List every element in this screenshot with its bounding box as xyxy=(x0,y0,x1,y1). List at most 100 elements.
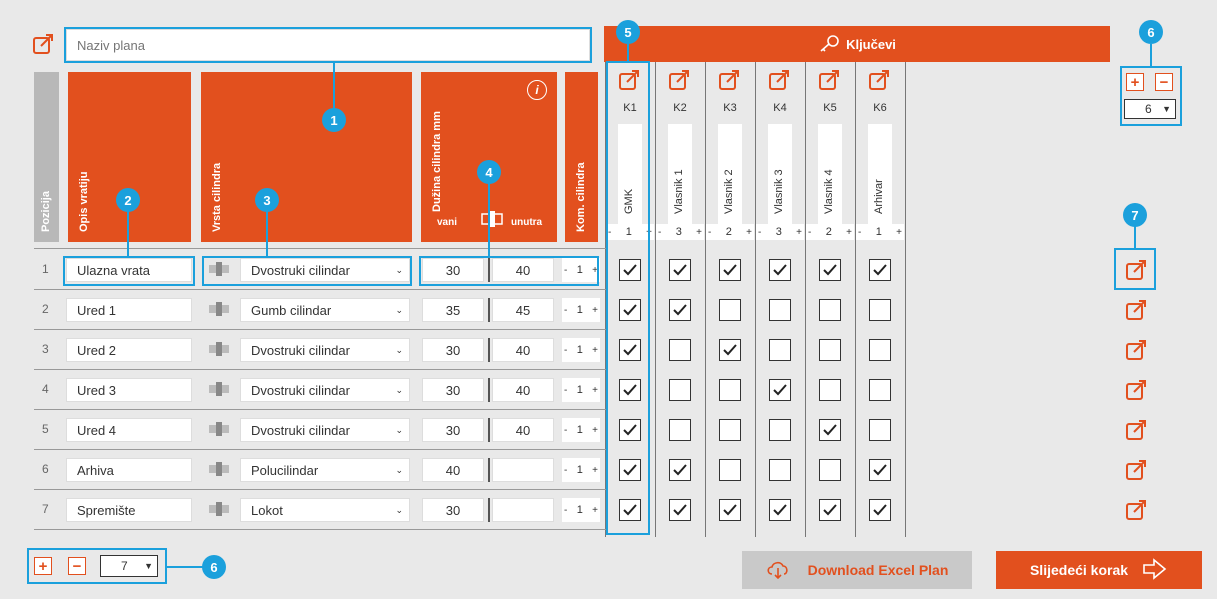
key-access-checkbox[interactable] xyxy=(669,459,691,481)
edit-key-icon[interactable] xyxy=(717,68,741,92)
key-name-field[interactable]: Vlasnik 3 xyxy=(768,124,792,224)
door-description-input[interactable]: Ured 3 xyxy=(66,378,192,402)
cylinder-count-minus[interactable]: - xyxy=(564,345,567,356)
key-access-checkbox[interactable] xyxy=(669,259,691,281)
key-access-checkbox[interactable] xyxy=(769,299,791,321)
cylinder-count-stepper[interactable]: -1 + xyxy=(562,378,600,402)
edit-key-icon[interactable] xyxy=(767,68,791,92)
key-access-checkbox[interactable] xyxy=(719,299,741,321)
key-count-plus[interactable]: + xyxy=(746,227,752,238)
cylinder-count-stepper[interactable]: -1 + xyxy=(562,498,600,522)
next-step-button[interactable]: Slijedeći korak xyxy=(996,551,1202,589)
length-outside-input[interactable]: 30 xyxy=(422,498,484,522)
cylinder-type-select[interactable]: Gumb cilindar ⌄ xyxy=(240,298,410,322)
length-inside-input[interactable]: 40 xyxy=(492,418,554,442)
key-count-minus[interactable]: - xyxy=(758,227,761,238)
edit-key-icon[interactable] xyxy=(667,68,691,92)
key-access-checkbox[interactable] xyxy=(869,339,891,361)
key-access-checkbox[interactable] xyxy=(719,459,741,481)
key-access-checkbox[interactable] xyxy=(869,259,891,281)
key-count-minus[interactable]: - xyxy=(858,227,861,238)
length-outside-input[interactable]: 35 xyxy=(422,298,484,322)
cylinder-count-minus[interactable]: - xyxy=(564,505,567,516)
key-access-checkbox[interactable] xyxy=(769,379,791,401)
key-access-checkbox[interactable] xyxy=(669,419,691,441)
cylinder-type-select[interactable]: Dvostruki cilindar ⌄ xyxy=(240,378,410,402)
key-name-field[interactable]: Vlasnik 1 xyxy=(668,124,692,224)
key-count-minus[interactable]: - xyxy=(658,227,661,238)
key-count-stepper[interactable]: - 3 + xyxy=(756,224,804,240)
cylinder-count-minus[interactable]: - xyxy=(564,385,567,396)
download-excel-button[interactable]: Download Excel Plan xyxy=(742,551,972,589)
key-access-checkbox[interactable] xyxy=(869,299,891,321)
key-access-checkbox[interactable] xyxy=(769,459,791,481)
edit-row-icon[interactable] xyxy=(1124,418,1148,442)
key-access-checkbox[interactable] xyxy=(769,339,791,361)
cylinder-count-plus[interactable]: + xyxy=(592,505,598,516)
cylinder-count-stepper[interactable]: -1 + xyxy=(562,338,600,362)
key-count-stepper[interactable]: - 3 + xyxy=(656,224,704,240)
length-inside-input[interactable] xyxy=(492,498,554,522)
key-access-checkbox[interactable] xyxy=(769,259,791,281)
door-description-input[interactable]: Ured 2 xyxy=(66,338,192,362)
edit-plan-icon[interactable] xyxy=(31,32,55,56)
key-access-checkbox[interactable] xyxy=(769,419,791,441)
key-access-checkbox[interactable] xyxy=(669,339,691,361)
door-description-input[interactable]: Spremište xyxy=(66,498,192,522)
key-access-checkbox[interactable] xyxy=(719,259,741,281)
key-name-field[interactable]: Arhivar xyxy=(868,124,892,224)
info-icon[interactable]: i xyxy=(527,80,547,100)
key-access-checkbox[interactable] xyxy=(669,379,691,401)
key-access-checkbox[interactable] xyxy=(819,299,841,321)
door-description-input[interactable]: Arhiva xyxy=(66,458,192,482)
key-access-checkbox[interactable] xyxy=(819,259,841,281)
cylinder-count-stepper[interactable]: -1 + xyxy=(562,298,600,322)
edit-row-icon[interactable] xyxy=(1124,338,1148,362)
key-name-field[interactable]: Vlasnik 2 xyxy=(718,124,742,224)
cylinder-count-plus[interactable]: + xyxy=(592,345,598,356)
key-count-plus[interactable]: + xyxy=(846,227,852,238)
key-access-checkbox[interactable] xyxy=(719,419,741,441)
length-outside-input[interactable]: 40 xyxy=(422,458,484,482)
key-access-checkbox[interactable] xyxy=(869,459,891,481)
cylinder-type-select[interactable]: Dvostruki cilindar ⌄ xyxy=(240,338,410,362)
cylinder-count-plus[interactable]: + xyxy=(592,305,598,316)
cylinder-count-stepper[interactable]: -1 + xyxy=(562,458,600,482)
key-access-checkbox[interactable] xyxy=(719,339,741,361)
edit-row-icon[interactable] xyxy=(1124,298,1148,322)
length-outside-input[interactable]: 30 xyxy=(422,338,484,362)
edit-key-icon[interactable] xyxy=(817,68,841,92)
key-access-checkbox[interactable] xyxy=(719,499,741,521)
key-count-stepper[interactable]: - 1 + xyxy=(856,224,904,240)
key-access-checkbox[interactable] xyxy=(819,419,841,441)
cylinder-count-plus[interactable]: + xyxy=(592,385,598,396)
key-access-checkbox[interactable] xyxy=(669,299,691,321)
key-access-checkbox[interactable] xyxy=(819,379,841,401)
edit-key-icon[interactable] xyxy=(867,68,891,92)
key-access-checkbox[interactable] xyxy=(869,499,891,521)
door-description-input[interactable]: Ured 1 xyxy=(66,298,192,322)
length-inside-input[interactable] xyxy=(492,458,554,482)
key-count-plus[interactable]: + xyxy=(896,227,902,238)
length-outside-input[interactable]: 30 xyxy=(422,418,484,442)
key-count-plus[interactable]: + xyxy=(696,227,702,238)
cylinder-type-select[interactable]: Lokot ⌄ xyxy=(240,498,410,522)
key-name-field[interactable]: Vlasnik 4 xyxy=(818,124,842,224)
key-count-minus[interactable]: - xyxy=(708,227,711,238)
key-count-plus[interactable]: + xyxy=(796,227,802,238)
cylinder-count-minus[interactable]: - xyxy=(564,465,567,476)
edit-row-icon[interactable] xyxy=(1124,498,1148,522)
key-access-checkbox[interactable] xyxy=(819,339,841,361)
length-outside-input[interactable]: 30 xyxy=(422,378,484,402)
key-access-checkbox[interactable] xyxy=(869,419,891,441)
key-count-stepper[interactable]: - 2 + xyxy=(806,224,854,240)
cylinder-count-stepper[interactable]: -1 + xyxy=(562,418,600,442)
key-count-stepper[interactable]: - 2 + xyxy=(706,224,754,240)
key-access-checkbox[interactable] xyxy=(819,499,841,521)
cylinder-count-plus[interactable]: + xyxy=(592,465,598,476)
edit-row-icon[interactable] xyxy=(1124,378,1148,402)
key-access-checkbox[interactable] xyxy=(669,499,691,521)
key-count-minus[interactable]: - xyxy=(808,227,811,238)
cylinder-type-select[interactable]: Polucilindar ⌄ xyxy=(240,458,410,482)
cylinder-type-select[interactable]: Dvostruki cilindar ⌄ xyxy=(240,418,410,442)
